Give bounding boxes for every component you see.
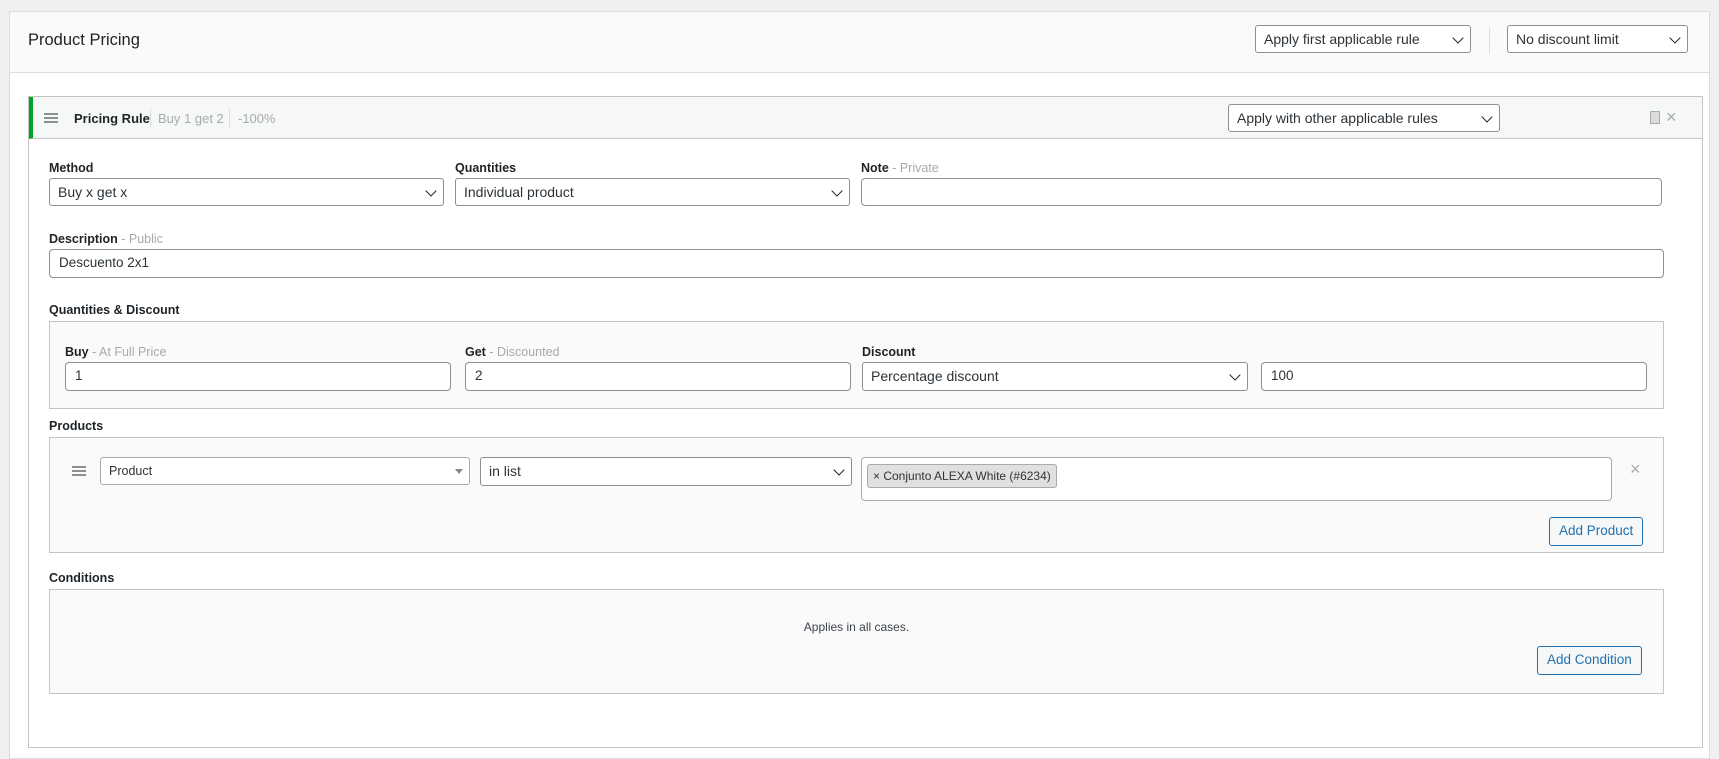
chevron-down-icon — [1452, 32, 1464, 44]
chevron-down-icon — [1481, 111, 1493, 123]
method-value: Buy x get x — [58, 184, 128, 200]
method-label: Method — [49, 161, 94, 175]
get-label: Get - Discounted — [465, 345, 560, 359]
drag-handle-icon[interactable] — [44, 113, 58, 123]
buy-quantity-input[interactable]: 1 — [65, 362, 451, 391]
exclusivity-value: Apply with other applicable rules — [1237, 110, 1438, 126]
pricing-rule-card: Pricing Rule Buy 1 get 2 -100% Apply wit… — [28, 96, 1703, 748]
page-title: Product Pricing — [28, 31, 140, 49]
discount-type-select[interactable]: Percentage discount — [862, 362, 1248, 391]
caret-down-icon — [455, 469, 463, 474]
note-input[interactable] — [861, 178, 1662, 206]
drag-handle-icon[interactable] — [72, 466, 86, 476]
product-list-field[interactable]: × Conjunto ALEXA White (#6234) — [861, 457, 1612, 501]
panel-header: Product Pricing Apply first applicable r… — [10, 12, 1709, 73]
get-quantity-input[interactable]: 2 — [465, 362, 851, 391]
divider — [229, 109, 230, 127]
quantities-value: Individual product — [464, 184, 574, 200]
chevron-down-icon — [425, 185, 437, 197]
exclusivity-select[interactable]: Apply with other applicable rules — [1228, 104, 1500, 132]
discount-label: Discount — [862, 345, 916, 359]
discount-type-value: Percentage discount — [871, 368, 999, 384]
buy-label: Buy - At Full Price — [65, 345, 167, 359]
header-divider — [1489, 27, 1490, 54]
rule-title: Pricing Rule — [74, 111, 150, 126]
products-label: Products — [49, 419, 104, 433]
discount-value-input[interactable]: 100 — [1261, 362, 1647, 391]
divider — [150, 109, 151, 127]
pricing-rule-header[interactable]: Pricing Rule Buy 1 get 2 -100% Apply wit… — [29, 97, 1702, 139]
product-type-value: Product — [109, 464, 153, 478]
quantities-discount-label: Quantities & Discount — [49, 303, 180, 317]
product-operator-select[interactable]: in list — [480, 457, 852, 486]
quantities-label: Quantities — [455, 161, 517, 175]
chevron-down-icon — [1669, 32, 1681, 44]
rule-summary-name: Buy 1 get 2 — [158, 111, 224, 126]
selected-product-chip[interactable]: × Conjunto ALEXA White (#6234) — [867, 464, 1057, 488]
method-select[interactable]: Buy x get x — [49, 178, 444, 206]
add-condition-button[interactable]: Add Condition — [1537, 646, 1642, 675]
chevron-down-icon — [1229, 369, 1241, 381]
quantities-select[interactable]: Individual product — [455, 178, 850, 206]
product-operator-value: in list — [489, 463, 521, 479]
product-type-select[interactable]: Product — [100, 457, 470, 485]
discount-limit-value: No discount limit — [1516, 31, 1619, 47]
discount-limit-select[interactable]: No discount limit — [1507, 25, 1688, 53]
duplicate-icon[interactable] — [1650, 111, 1660, 124]
rule-selection-select[interactable]: Apply first applicable rule — [1255, 25, 1471, 53]
rule-selection-value: Apply first applicable rule — [1264, 31, 1420, 47]
note-label: Note - Private — [861, 161, 939, 175]
products-box: Product in list × Conjunto ALEXA White (… — [49, 437, 1664, 553]
close-icon[interactable]: × — [1630, 460, 1641, 478]
description-label: Description - Public — [49, 232, 163, 246]
rule-summary-discount: -100% — [238, 111, 276, 126]
conditions-empty-note: Applies in all cases. — [803, 620, 910, 634]
chevron-down-icon — [833, 464, 845, 476]
conditions-label: Conditions — [49, 571, 115, 585]
conditions-box: Applies in all cases. Add Condition — [49, 589, 1664, 694]
product-pricing-panel: Product Pricing Apply first applicable r… — [9, 11, 1710, 759]
chevron-down-icon — [831, 185, 843, 197]
quantities-discount-box: Buy - At Full Price 1 Get - Discounted 2… — [49, 321, 1664, 409]
close-icon[interactable]: × — [1666, 108, 1677, 126]
description-input[interactable]: Descuento 2x1 — [49, 249, 1664, 278]
add-product-button[interactable]: Add Product — [1549, 517, 1644, 546]
